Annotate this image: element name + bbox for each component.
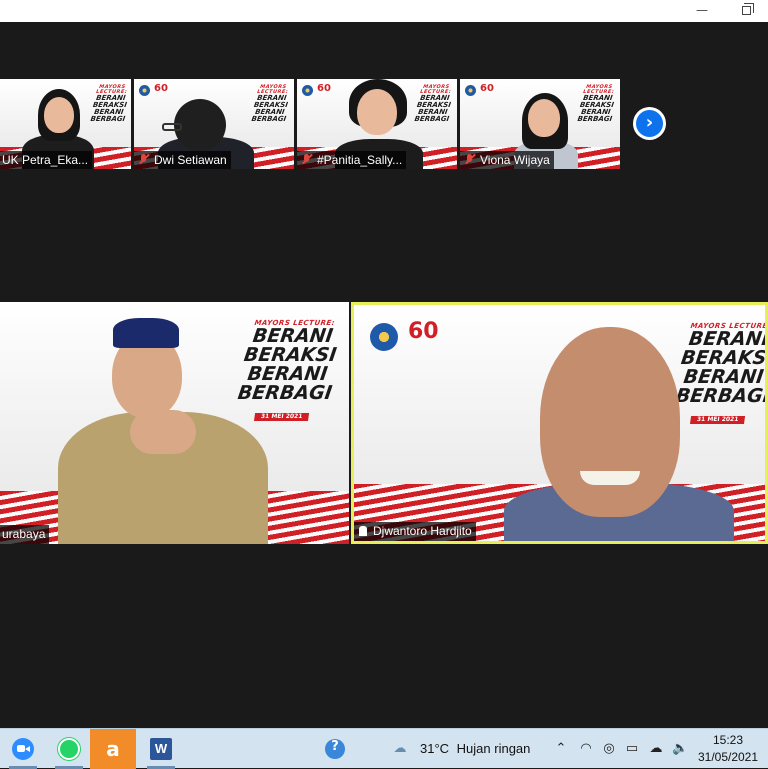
event-poster: MAYORS LECTURE: BERANI BERAKSI BERANI BE… [90,84,128,123]
speaker-name-label: Djwantoro Hardjito [354,522,476,541]
webcam-icon[interactable]: ◎ [601,741,617,757]
university-logo-icon [370,323,398,351]
anniversary-logo: 60 [317,83,331,94]
participant-tile[interactable]: MAYORS LECTURE: BERANI BERAKSI BERANI BE… [0,79,131,169]
participant-name-label: UK Petra_Eka... [0,151,93,169]
restore-button[interactable] [728,0,764,22]
avast-icon: a [106,737,120,761]
weather-icon: ☁ [393,741,407,756]
university-logo-icon [139,85,150,96]
whatsapp-taskbar-button[interactable] [46,729,92,769]
speaker-tile[interactable]: MAYORS LECTURE: BERANI BERAKSI BERANI BE… [0,302,349,544]
event-poster: MAYORS LECTURE: BERANI BERAKSI BERANI BE… [251,84,289,123]
participant-name-label: Dwi Setiawan [134,151,231,169]
word-taskbar-button[interactable]: W [138,729,184,769]
speaker-icon[interactable]: 🔈 [672,741,688,757]
chevron-up-icon[interactable]: ⌃ [553,741,569,757]
participant-name-label: Viona Wijaya [460,151,554,169]
word-icon: W [150,738,172,760]
zoom-icon [12,738,34,760]
window-title-bar: — [0,0,768,22]
participant-tile[interactable]: 60 MAYORS LECTURE: BERANI BERAKSI BERANI… [134,79,294,169]
event-poster: MAYORS LECTURE: BERANI BERAKSI BERANI BE… [674,322,768,424]
system-clock[interactable]: 15:23 31/05/2021 [690,732,766,766]
event-poster: MAYORS LECTURE: BERANI BERAKSI BERANI BE… [577,84,615,123]
muted-mic-icon [465,154,475,165]
participant-name-label: #Panitia_Sally... [297,151,407,169]
wifi-icon[interactable]: ◠ [578,741,594,757]
restore-icon [741,3,754,15]
participant-tile[interactable]: 60 MAYORS LECTURE: BERANI BERAKSI BERANI… [460,79,620,169]
chevron-right-icon: › [636,110,663,137]
active-speaker-tile[interactable]: 60 MAYORS LECTURE: BERANI BERAKSI BERANI… [351,302,768,544]
event-poster: MAYORS LECTURE: BERANI BERAKSI BERANI BE… [414,84,452,123]
avast-taskbar-button[interactable]: a [90,729,136,769]
weather-widget[interactable]: 31°C Hujan ringan [420,729,530,769]
minimize-button[interactable]: — [684,0,720,22]
battery-icon[interactable]: ▭ [624,741,640,757]
next-page-button[interactable]: › [633,107,666,140]
anniversary-logo: 60 [480,83,494,94]
help-icon[interactable]: ? [325,739,345,759]
muted-mic-icon [302,154,312,165]
whatsapp-icon [58,738,80,760]
windows-taskbar: a W ? ☁ 31°C Hujan ringan ⌃ ◠ ◎ ▭ ☁ 🔈 15… [0,728,768,769]
zoom-taskbar-button[interactable] [0,729,46,769]
speaker-name-label: urabaya [0,525,50,544]
pin-icon [359,526,367,536]
onedrive-icon[interactable]: ☁ [648,741,664,757]
event-poster: MAYORS LECTURE: BERANI BERAKSI BERANI BE… [236,319,338,421]
anniversary-logo: 60 [408,319,439,344]
muted-mic-icon [139,154,149,165]
meeting-view: MAYORS LECTURE: BERANI BERAKSI BERANI BE… [0,22,768,728]
participant-tile[interactable]: 60 MAYORS LECTURE: BERANI BERAKSI BERANI… [297,79,457,169]
university-logo-icon [465,85,476,96]
anniversary-logo: 60 [154,83,168,94]
university-logo-icon [302,85,313,96]
